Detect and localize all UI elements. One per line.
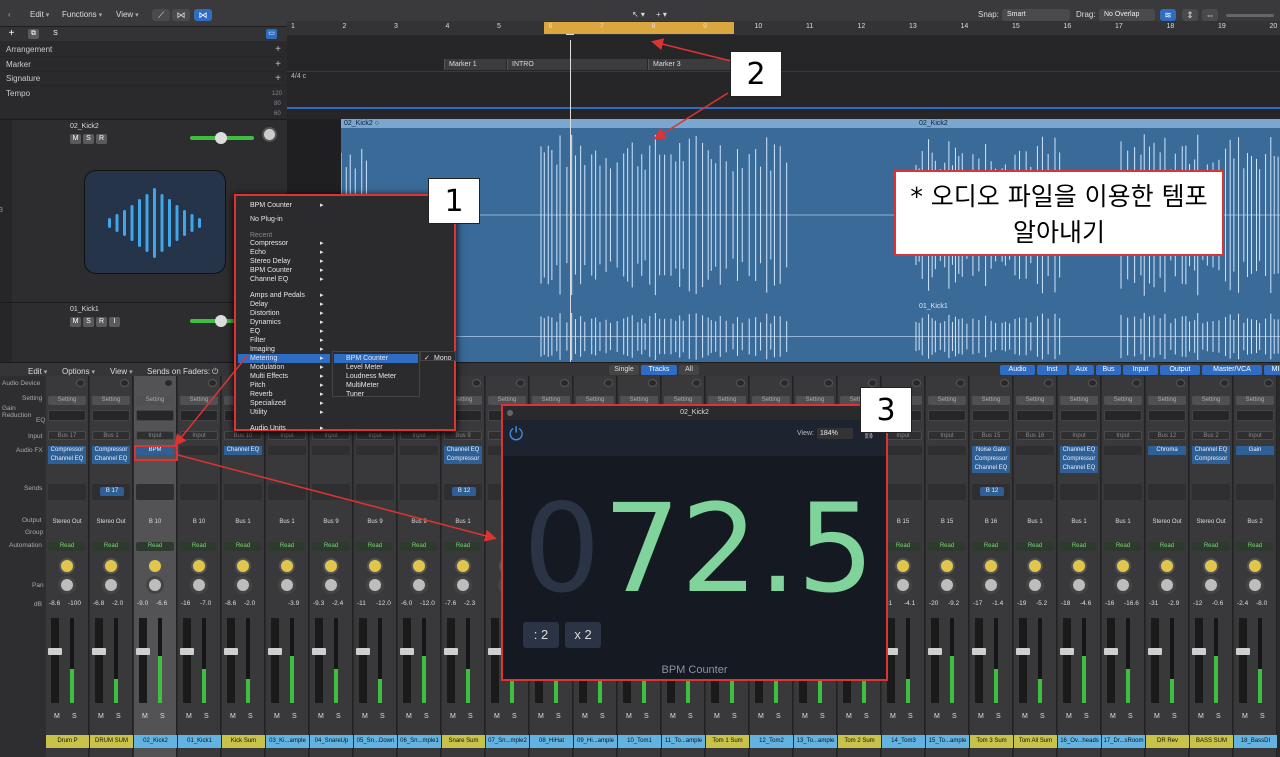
arrow-to-cycle — [651, 38, 736, 63]
annotation-arrows — [174, 38, 736, 542]
logic-pro-window: ‹ Edit Functions View ⟋ ⋈ ⋈ ↖ ▾ + ▾ Snap… — [0, 0, 1280, 757]
callout-2: 2 — [730, 51, 782, 97]
arrow-to-region — [653, 92, 729, 140]
callout-3: 3 — [860, 387, 912, 433]
callout-note: * 오디오 파일을 이용한 템포 알아내기 — [894, 170, 1224, 256]
callout-1: 1 — [428, 178, 480, 224]
arrow-slot-to-window — [177, 454, 497, 542]
arrow-menu-to-slot — [174, 355, 248, 447]
